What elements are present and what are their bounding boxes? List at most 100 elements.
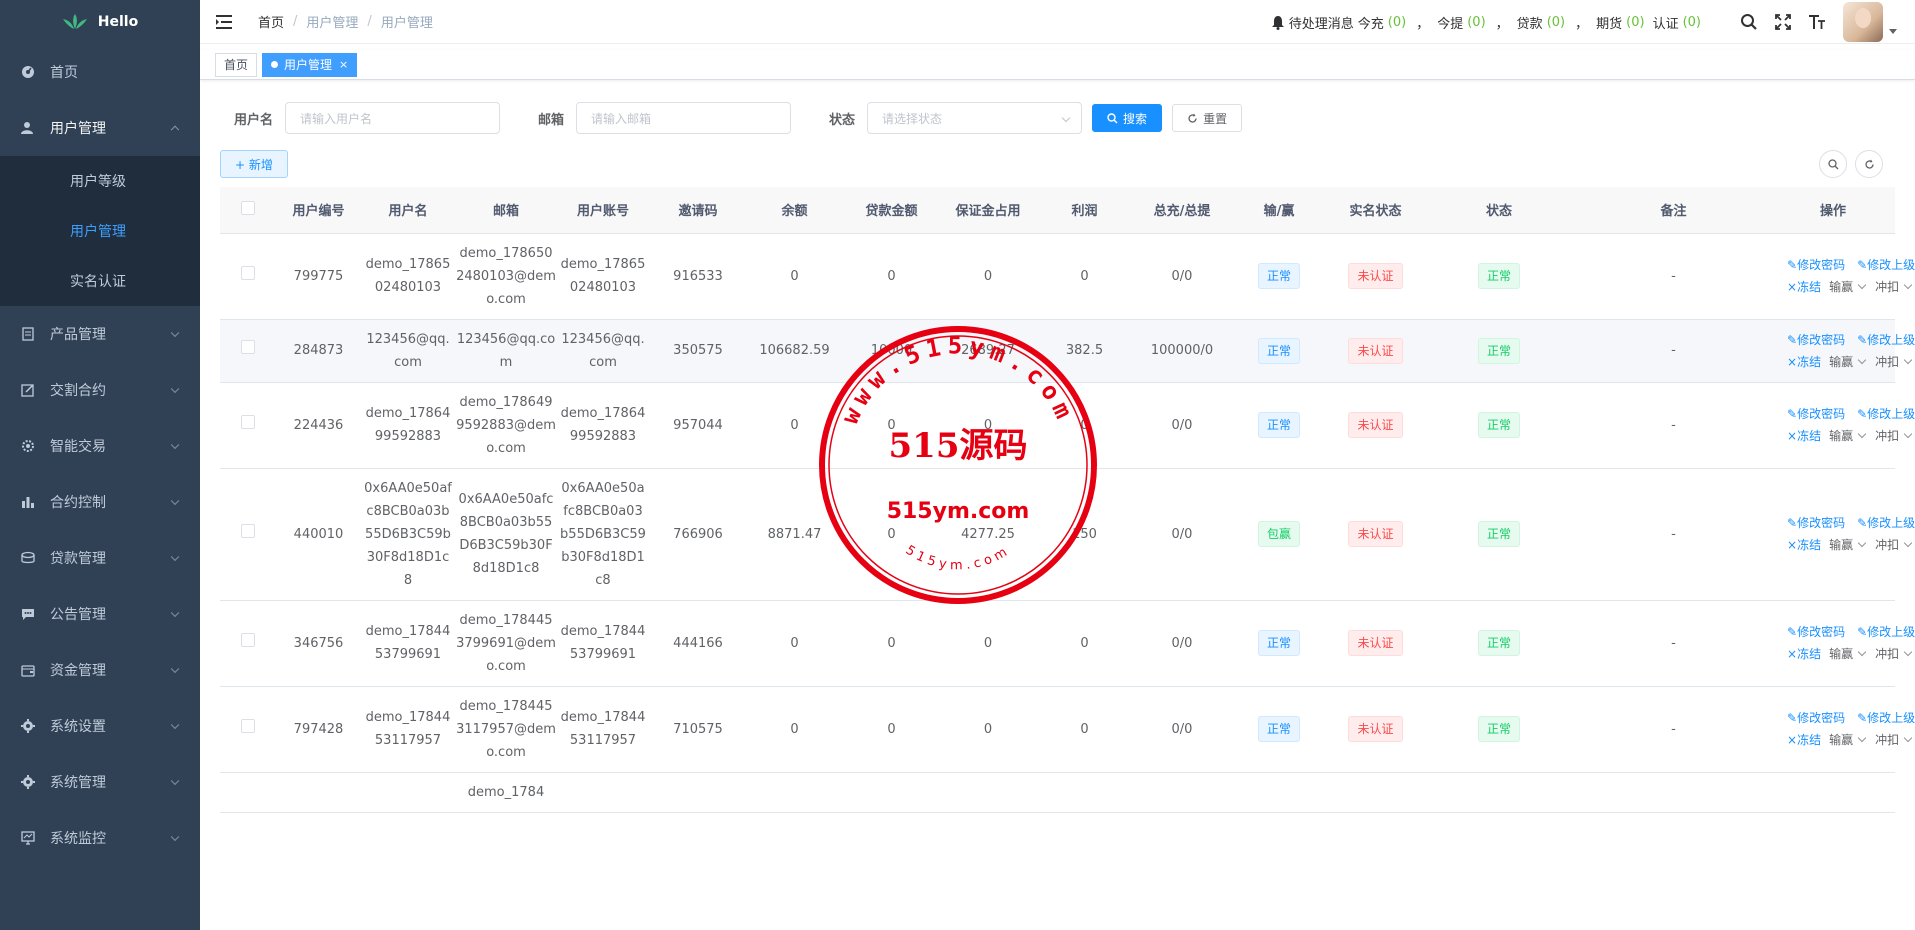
toggle-search-button[interactable]	[1819, 150, 1847, 178]
close-icon[interactable]: ×	[339, 54, 348, 76]
change-password-link[interactable]: ✎修改密码	[1787, 621, 1845, 643]
select-all-checkbox[interactable]	[240, 200, 255, 215]
adjust-dropdown[interactable]: 冲扣	[1875, 276, 1911, 298]
pending-notice[interactable]: 待处理消息 今充 (0) ， 今提 (0) ， 贷款 (0) ， 期货 (0) …	[1271, 13, 1705, 32]
reset-button[interactable]: 重置	[1172, 104, 1243, 132]
adjust-dropdown[interactable]: 冲扣	[1875, 425, 1911, 447]
total-cell: 0/0	[1135, 233, 1229, 320]
tag-home[interactable]: 首页	[215, 52, 258, 77]
status-cell: 正常	[1422, 233, 1576, 320]
sidebar-item[interactable]: 贷款管理	[0, 530, 200, 586]
win-lose-dropdown[interactable]: 输赢	[1829, 425, 1865, 447]
row-select[interactable]	[220, 233, 275, 320]
column-header: 贷款金额	[841, 187, 942, 234]
adjust-dropdown[interactable]: 冲扣	[1875, 351, 1911, 373]
win-lose-cell: 包赢	[1229, 468, 1329, 601]
sidebar-subitem[interactable]: 实名认证	[0, 256, 200, 306]
row-select[interactable]	[220, 686, 275, 773]
caret-down-icon[interactable]	[1889, 28, 1897, 34]
row-checkbox[interactable]	[240, 523, 255, 538]
row-checkbox[interactable]	[240, 632, 255, 647]
adjust-dropdown[interactable]: 冲扣	[1875, 729, 1911, 751]
win-lose-cell: 正常	[1229, 382, 1329, 469]
change-parent-link[interactable]: ✎修改上级	[1857, 707, 1915, 729]
hamburger-icon[interactable]	[216, 14, 234, 29]
sidebar-item[interactable]: 系统监控	[0, 810, 200, 866]
breadcrumb-home[interactable]: 首页	[258, 12, 284, 31]
row-checkbox[interactable]	[240, 718, 255, 733]
header-select[interactable]	[220, 187, 275, 234]
fullscreen-icon[interactable]	[1773, 12, 1793, 32]
adjust-dropdown[interactable]: 冲扣	[1875, 534, 1911, 556]
change-password-link[interactable]: ✎修改密码	[1787, 403, 1845, 425]
email-cell: 0x6AA0e50afc8BCB0a03b55D6B3C59b30F8d18D1…	[454, 468, 558, 601]
remark-cell: -	[1576, 319, 1771, 383]
refresh-button[interactable]	[1855, 150, 1883, 178]
row-select[interactable]	[220, 468, 275, 601]
username-input[interactable]: 请输入用户名	[285, 102, 501, 134]
win-lose-dropdown[interactable]: 输赢	[1829, 534, 1865, 556]
avatar[interactable]	[1843, 2, 1883, 42]
sidebar-item[interactable]: 智能交易	[0, 418, 200, 474]
search-button[interactable]: 搜索	[1092, 104, 1163, 132]
change-parent-link[interactable]: ✎修改上级	[1857, 512, 1915, 534]
sidebar-item[interactable]: 首页	[0, 44, 200, 100]
row-select[interactable]	[220, 600, 275, 687]
tags-view: 首页 用户管理 ×	[200, 50, 1915, 80]
row-select[interactable]	[220, 382, 275, 469]
freeze-link[interactable]: ×冻结	[1787, 425, 1821, 447]
win-lose-dropdown[interactable]: 输赢	[1829, 643, 1865, 665]
row-checkbox[interactable]	[240, 414, 255, 429]
sidebar-item[interactable]: 交割合约	[0, 362, 200, 418]
win-lose-dropdown[interactable]: 输赢	[1829, 276, 1865, 298]
user-id-cell: 346756	[275, 600, 362, 687]
tag-label: 用户管理	[284, 57, 333, 72]
change-password-link[interactable]: ✎修改密码	[1787, 512, 1845, 534]
realname-cell: 未认证	[1329, 319, 1422, 383]
sidebar-item[interactable]: 用户管理	[0, 100, 200, 156]
username-cell: 0x6AA0e50afc8BCB0a03b55D6B3C59b30F8d18D1…	[362, 468, 454, 601]
freeze-link[interactable]: ×冻结	[1787, 643, 1821, 665]
change-parent-link[interactable]: ✎修改上级	[1857, 254, 1915, 276]
adjust-dropdown[interactable]: 冲扣	[1875, 643, 1911, 665]
status-cell: 正常	[1422, 600, 1576, 687]
sidebar-item[interactable]: 系统设置	[0, 698, 200, 754]
change-password-link[interactable]: ✎修改密码	[1787, 254, 1845, 276]
invite-code-cell: 710575	[648, 686, 748, 773]
freeze-link[interactable]: ×冻结	[1787, 351, 1821, 373]
sidebar-item-label: 贷款管理	[50, 551, 106, 567]
sidebar-item[interactable]: 产品管理	[0, 306, 200, 362]
sidebar-item[interactable]: 合约控制	[0, 474, 200, 530]
email-input[interactable]: 请输入邮箱	[576, 102, 792, 134]
row-checkbox[interactable]	[240, 265, 255, 280]
row-checkbox[interactable]	[240, 340, 255, 354]
sidebar-item[interactable]: 系统管理	[0, 754, 200, 810]
win-lose-dropdown[interactable]: 输赢	[1829, 729, 1865, 751]
change-password-label: 修改密码	[1797, 258, 1846, 272]
freeze-link[interactable]: ×冻结	[1787, 534, 1821, 556]
search-icon[interactable]	[1739, 12, 1759, 32]
add-button[interactable]: + 新增	[220, 150, 288, 178]
sidebar-subitem[interactable]: 用户等级	[0, 156, 200, 206]
change-parent-link[interactable]: ✎修改上级	[1857, 621, 1915, 643]
sidebar-item[interactable]: 公告管理	[0, 586, 200, 642]
row-select[interactable]	[220, 772, 275, 813]
change-parent-link[interactable]: ✎修改上级	[1857, 329, 1915, 351]
freeze-label: 冻结	[1797, 354, 1822, 369]
change-parent-link[interactable]: ✎修改上级	[1857, 403, 1915, 425]
invite-code-cell: 350575	[648, 319, 748, 383]
font-size-icon[interactable]	[1807, 12, 1827, 32]
row-select[interactable]	[220, 319, 275, 383]
tag-user-management[interactable]: 用户管理 ×	[262, 52, 358, 77]
username-cell: 123456@qq.com	[362, 319, 454, 383]
freeze-link[interactable]: ×冻结	[1787, 729, 1821, 751]
sidebar-item[interactable]: 资金管理	[0, 642, 200, 698]
change-password-link[interactable]: ✎修改密码	[1787, 707, 1845, 729]
change-password-link[interactable]: ✎修改密码	[1787, 329, 1845, 351]
logo[interactable]: Hello	[0, 0, 200, 44]
status-select[interactable]: 请选择状态	[867, 102, 1083, 134]
win-lose-dropdown[interactable]: 输赢	[1829, 351, 1865, 373]
freeze-link[interactable]: ×冻结	[1787, 276, 1821, 298]
sidebar-subitem[interactable]: 用户管理	[0, 206, 200, 256]
navbar: 首页 / 用户管理 / 用户管理 待处理消息 今充 (0) ， 今提 (0) ，…	[200, 0, 1915, 44]
